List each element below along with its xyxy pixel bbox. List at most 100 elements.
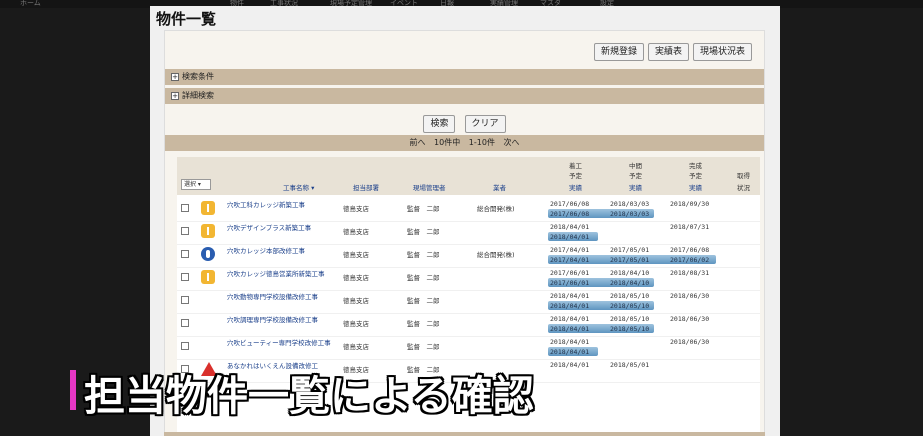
- dept-cell: 徳島支店: [343, 343, 369, 351]
- row-checkbox[interactable]: [181, 250, 189, 258]
- detail-search-toggle[interactable]: + 詳細検索: [165, 88, 764, 104]
- search-button[interactable]: 検索: [423, 115, 456, 133]
- pager-next[interactable]: 次へ: [503, 138, 519, 147]
- caption-text: 担当物件一覧による確認: [84, 372, 534, 420]
- search-conditions-toggle[interactable]: + 検索条件: [165, 69, 764, 85]
- caption-accent-bar: [70, 370, 76, 410]
- select-dropdown[interactable]: 選択 ▾: [181, 179, 211, 190]
- manager-cell: 監督 二郎: [407, 205, 440, 213]
- row-checkbox[interactable]: [181, 204, 189, 212]
- col-start-actual[interactable]: 実績: [569, 182, 582, 192]
- mid-plan-date: 2018/05/10: [610, 315, 650, 323]
- col-start-plan: 予定: [569, 172, 582, 180]
- project-name-link[interactable]: 穴吹カレッジ徳島営業所新築工事: [227, 270, 337, 279]
- expand-icon: +: [171, 72, 179, 81]
- project-name-link[interactable]: 穴吹カレッジ本部改修工事: [227, 247, 337, 256]
- dept-cell: 徳島支店: [343, 274, 369, 282]
- clear-button[interactable]: クリア: [464, 115, 506, 133]
- table-row[interactable]: 穴吹動物専門学校設備改修工事 徳島支店 監督 二郎 2018/04/01 2018/04…: [177, 291, 760, 314]
- start-plan-date: 2017/06/01: [550, 269, 590, 277]
- pager: 前へ 10件中 1-10件 次へ: [165, 135, 764, 151]
- project-name-link[interactable]: 穴吹動物専門学校設備改修工事: [227, 293, 337, 302]
- yellow-person-icon: [201, 224, 215, 238]
- pager-prev[interactable]: 前へ: [410, 138, 426, 147]
- pager-range: 1-10件: [468, 138, 495, 147]
- project-name-link[interactable]: 穴吹デザインプラス新築工事: [227, 224, 337, 233]
- row-checkbox[interactable]: [181, 342, 189, 350]
- blue-person-icon: [201, 247, 215, 261]
- row-checkbox[interactable]: [181, 273, 189, 281]
- table-row[interactable]: 穴吹デザインプラス新築工事 徳島支店 監督 二郎 2018/04/01 2018/04/…: [177, 222, 760, 245]
- col-name[interactable]: 工事名称 ▾: [283, 182, 314, 192]
- col-contractor[interactable]: 業者: [493, 182, 506, 192]
- row-checkbox[interactable]: [181, 296, 189, 304]
- results-button[interactable]: 実績表: [647, 43, 689, 61]
- search-conditions-label: 検索条件: [182, 72, 214, 81]
- manager-cell: 監督 二郎: [407, 274, 440, 282]
- new-button[interactable]: 新規登録: [593, 43, 644, 61]
- done-plan-date: 2018/06/30: [670, 292, 710, 300]
- mid-actual-date: 2018/03/03: [610, 210, 650, 218]
- video-caption: 担当物件一覧による確認: [70, 362, 770, 420]
- table-row[interactable]: 穴吹カレッジ徳島営業所新築工事 徳島支店 監督 二郎 2017/06/01 2017/0…: [177, 268, 760, 291]
- manager-cell: 監督 二郎: [407, 297, 440, 305]
- search-buttons: 検索 クリア: [165, 111, 764, 133]
- done-plan-date: 2018/08/31: [670, 269, 710, 277]
- contractor-cell: 総合開発(株): [477, 251, 515, 259]
- expand-icon: +: [171, 91, 179, 100]
- col-mid-actual[interactable]: 実績: [629, 182, 642, 192]
- yellow-person-icon: [201, 201, 215, 215]
- pager-count: 10件中: [434, 138, 461, 147]
- table-header: 選択 ▾ 工事名称 ▾ 担当部署 現場管理者 業者 着工 予定 実績 中間 予定…: [177, 157, 760, 195]
- project-name-link[interactable]: 穴吹工科カレッジ新築工事: [227, 201, 337, 210]
- done-actual-date: 2017/06/02: [670, 256, 710, 264]
- col-acq-status: 状況: [737, 184, 750, 192]
- dept-cell: 徳島支店: [343, 228, 369, 236]
- project-name-link[interactable]: 穴吹調理専門学校設備改修工事: [227, 316, 337, 325]
- start-plan-date: 2018/04/01: [550, 292, 590, 300]
- table-row[interactable]: 穴吹調理専門学校設備改修工事 徳島支店 監督 二郎 2018/04/01 2018/04…: [177, 314, 760, 337]
- start-plan-date: 2017/04/01: [550, 246, 590, 254]
- manager-cell: 監督 二郎: [407, 251, 440, 259]
- col-dept[interactable]: 担当部署: [353, 182, 379, 192]
- start-plan-date: 2018/04/01: [550, 338, 590, 346]
- bottom-pager: [164, 432, 765, 436]
- manager-cell: 監督 二郎: [407, 228, 440, 236]
- done-plan-date: 2018/06/30: [670, 315, 710, 323]
- table-row[interactable]: 穴吹カレッジ本部改修工事 徳島支店 監督 二郎 総合開発(株) 2017/04/01 20…: [177, 245, 760, 268]
- col-mid-label: 中間: [629, 162, 642, 170]
- start-plan-date: 2018/04/01: [550, 223, 590, 231]
- action-buttons: 新規登録 実績表 現場状況表: [593, 43, 752, 61]
- row-checkbox[interactable]: [181, 319, 189, 327]
- start-actual-date: 2017/06/08: [550, 210, 590, 218]
- start-actual-date: 2017/06/01: [550, 279, 590, 287]
- table-row[interactable]: 穴吹工科カレッジ新築工事 徳島支店 監督 二郎 総合開発(株) 2017/06/08 20…: [177, 199, 760, 222]
- site-status-button[interactable]: 現場状況表: [692, 43, 752, 61]
- col-done-plan: 予定: [689, 172, 702, 180]
- mid-actual-date: 2018/04/10: [610, 279, 650, 287]
- col-manager[interactable]: 現場管理者: [413, 182, 446, 192]
- dept-cell: 徳島支店: [343, 205, 369, 213]
- start-plan-date: 2017/06/08: [550, 200, 590, 208]
- detail-search-label: 詳細検索: [182, 91, 214, 100]
- contractor-cell: 総合開発(株): [477, 205, 515, 213]
- mid-plan-date: 2018/03/03: [610, 200, 650, 208]
- dept-cell: 徳島支店: [343, 297, 369, 305]
- row-checkbox[interactable]: [181, 227, 189, 235]
- topnav-item[interactable]: ホーム: [20, 0, 41, 8]
- project-name-link[interactable]: 穴吹ビューティー専門学校改修工事: [227, 339, 337, 348]
- col-done-label: 完成: [689, 162, 702, 170]
- mid-plan-date: 2018/04/10: [610, 269, 650, 277]
- dept-cell: 徳島支店: [343, 320, 369, 328]
- start-actual-date: 2018/04/01: [550, 302, 590, 310]
- mid-actual-date: 2018/05/10: [610, 302, 650, 310]
- done-plan-date: 2018/09/30: [670, 200, 710, 208]
- start-actual-date: 2017/04/01: [550, 256, 590, 264]
- mid-actual-date: 2017/05/01: [610, 256, 650, 264]
- col-done-actual[interactable]: 実績: [689, 182, 702, 192]
- manager-cell: 監督 二郎: [407, 343, 440, 351]
- table-row[interactable]: 穴吹ビューティー専門学校改修工事 徳島支店 監督 二郎 2018/04/01 2018/…: [177, 337, 760, 360]
- start-actual-date: 2018/04/01: [550, 325, 590, 333]
- mid-plan-date: 2017/05/01: [610, 246, 650, 254]
- mid-actual-date: 2018/05/10: [610, 325, 650, 333]
